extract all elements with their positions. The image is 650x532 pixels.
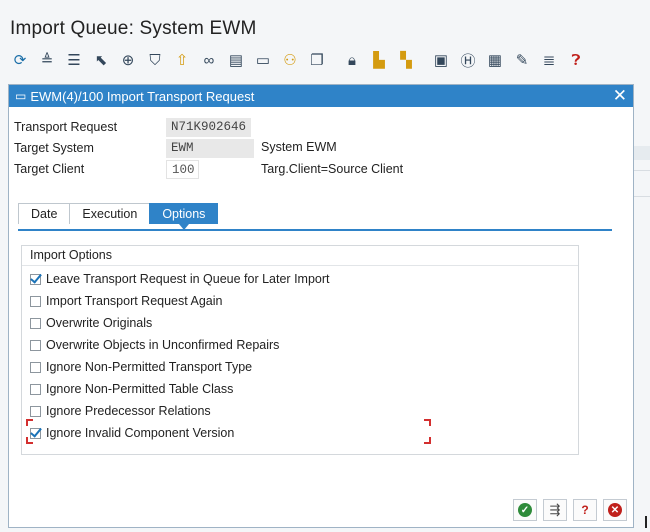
help-button[interactable]: ? (573, 499, 597, 521)
sort-asc-icon[interactable]: ≜ (35, 49, 59, 71)
truck-icon[interactable]: ▚ (394, 49, 418, 71)
target-client-row: Target Client 100 (14, 159, 199, 179)
lock-icon[interactable]: 🔒︎ (340, 49, 364, 71)
target-client-description: Targ.Client=Source Client (261, 162, 404, 176)
target-system-label: Target System (14, 141, 94, 155)
option-ignore-transport-type[interactable]: Ignore Non-Permitted Transport Type (30, 358, 252, 376)
application-toolbar: ⟳ ≜ ☰ ⬉ ⊕ ⛉ ⇧ ∞ ▤ ▭ ⚇ ❐ 🔒︎ ▙ ▚ ▣ Ⓗ ▦ ✎ ≣… (8, 46, 591, 74)
checkbox[interactable] (30, 405, 41, 417)
confirm-button[interactable]: ✓ (513, 499, 537, 521)
cancel-button[interactable]: ✕ (603, 499, 627, 521)
option-label: Ignore Non-Permitted Transport Type (46, 360, 253, 374)
tab-options[interactable]: Options (149, 203, 219, 230)
cancel-icon: ✕ (608, 503, 622, 517)
target-client-label: Target Client (14, 162, 85, 176)
filter-icon[interactable]: ⛉ (143, 49, 167, 71)
option-ignore-component-version[interactable]: Ignore Invalid Component Version (30, 424, 234, 442)
option-label: Leave Transport Request in Queue for Lat… (46, 272, 330, 286)
monitor-icon[interactable]: ▣ (429, 49, 453, 71)
tab-strip: Date Execution Options (18, 203, 219, 230)
option-label: Overwrite Originals (46, 316, 153, 330)
background-divider (634, 196, 650, 197)
dialog-header: ▭ EWM(4)/100 Import Transport Request (9, 85, 633, 107)
option-label: Overwrite Objects in Unconfirmed Repairs (46, 338, 280, 352)
tab-date[interactable]: Date (18, 203, 71, 224)
checkbox[interactable] (30, 361, 41, 373)
glasses-icon[interactable]: ∞ (197, 49, 221, 71)
list-icon[interactable]: ≣ (537, 49, 561, 71)
focus-corner-tr (424, 419, 431, 426)
page-title: Import Queue: System EWM (10, 18, 257, 39)
text-cursor (645, 516, 647, 528)
transport-request-row: Transport Request N71K902646 (14, 117, 252, 137)
dialog-title: EWM(4)/100 Import Transport Request (30, 88, 255, 104)
group-divider (22, 265, 578, 266)
document-icon[interactable]: ▤ (224, 49, 248, 71)
transport-request-field[interactable]: N71K902646 (166, 117, 252, 137)
option-overwrite-unconfirmed[interactable]: Overwrite Objects in Unconfirmed Repairs (30, 336, 279, 354)
target-system-field[interactable]: EWM (166, 138, 254, 158)
tab-execution[interactable]: Execution (69, 203, 151, 224)
transport-request-label: Transport Request (14, 120, 118, 134)
copy-icon[interactable]: ❐ (305, 49, 329, 71)
window-icon: ▭ (15, 89, 27, 103)
import-dialog: ▭ EWM(4)/100 Import Transport Request ✕ … (8, 84, 634, 528)
zoom-icon[interactable]: ⊕ (116, 49, 140, 71)
option-ignore-predecessor[interactable]: Ignore Predecessor Relations (30, 402, 211, 420)
background-divider (634, 170, 650, 171)
focus-corner-br (424, 437, 431, 444)
close-icon[interactable]: ✕ (613, 86, 627, 106)
schedule-icon: ⇶ (549, 502, 561, 517)
option-import-again[interactable]: Import Transport Request Again (30, 292, 222, 310)
user-edit-icon[interactable]: ✎ (510, 49, 534, 71)
select-cursor-icon[interactable]: ⬉ (89, 49, 113, 71)
option-overwrite-originals[interactable]: Overwrite Originals (30, 314, 152, 332)
checkbox[interactable] (30, 273, 41, 285)
help-icon[interactable]: ❓︎ (564, 49, 588, 71)
option-ignore-table-class[interactable]: Ignore Non-Permitted Table Class (30, 380, 233, 398)
focus-corner-tl (26, 419, 33, 426)
checkbox[interactable] (30, 339, 41, 351)
option-label: Ignore Non-Permitted Table Class (46, 382, 234, 396)
display-icon[interactable]: ▭ (251, 49, 275, 71)
group-title: Import Options (30, 248, 112, 262)
option-leave-in-queue[interactable]: Leave Transport Request in Queue for Lat… (30, 270, 330, 288)
target-client-field[interactable]: 100 (166, 159, 199, 179)
transport-icon[interactable]: ▙ (367, 49, 391, 71)
checkbox[interactable] (30, 383, 41, 395)
confirm-icon: ✓ (518, 503, 532, 517)
option-label: Ignore Predecessor Relations (46, 404, 211, 418)
checkbox[interactable] (30, 317, 41, 329)
settings-doc-icon[interactable]: ▦ (483, 49, 507, 71)
target-system-description: System EWM (261, 140, 337, 154)
schedule-button[interactable]: ⇶ (543, 499, 567, 521)
focus-corner-bl (26, 437, 33, 444)
filter-list-icon[interactable]: ☰ (62, 49, 86, 71)
tab-underline (18, 229, 612, 231)
checkbox[interactable] (30, 295, 41, 307)
target-system-row: Target System EWM (14, 138, 254, 158)
import-options-group: Import Options Leave Transport Request i… (21, 245, 579, 455)
help-icon: ? (581, 503, 589, 517)
background-panel (634, 146, 650, 160)
refresh-icon[interactable]: ⟳ (8, 49, 32, 71)
h-icon[interactable]: Ⓗ (456, 49, 480, 71)
option-label: Ignore Invalid Component Version (46, 426, 235, 440)
tree-icon[interactable]: ⚇ (278, 49, 302, 71)
upload-icon[interactable]: ⇧ (170, 49, 194, 71)
option-label: Import Transport Request Again (46, 294, 223, 308)
dialog-footer: ✓ ⇶ ? ✕ (507, 499, 627, 521)
